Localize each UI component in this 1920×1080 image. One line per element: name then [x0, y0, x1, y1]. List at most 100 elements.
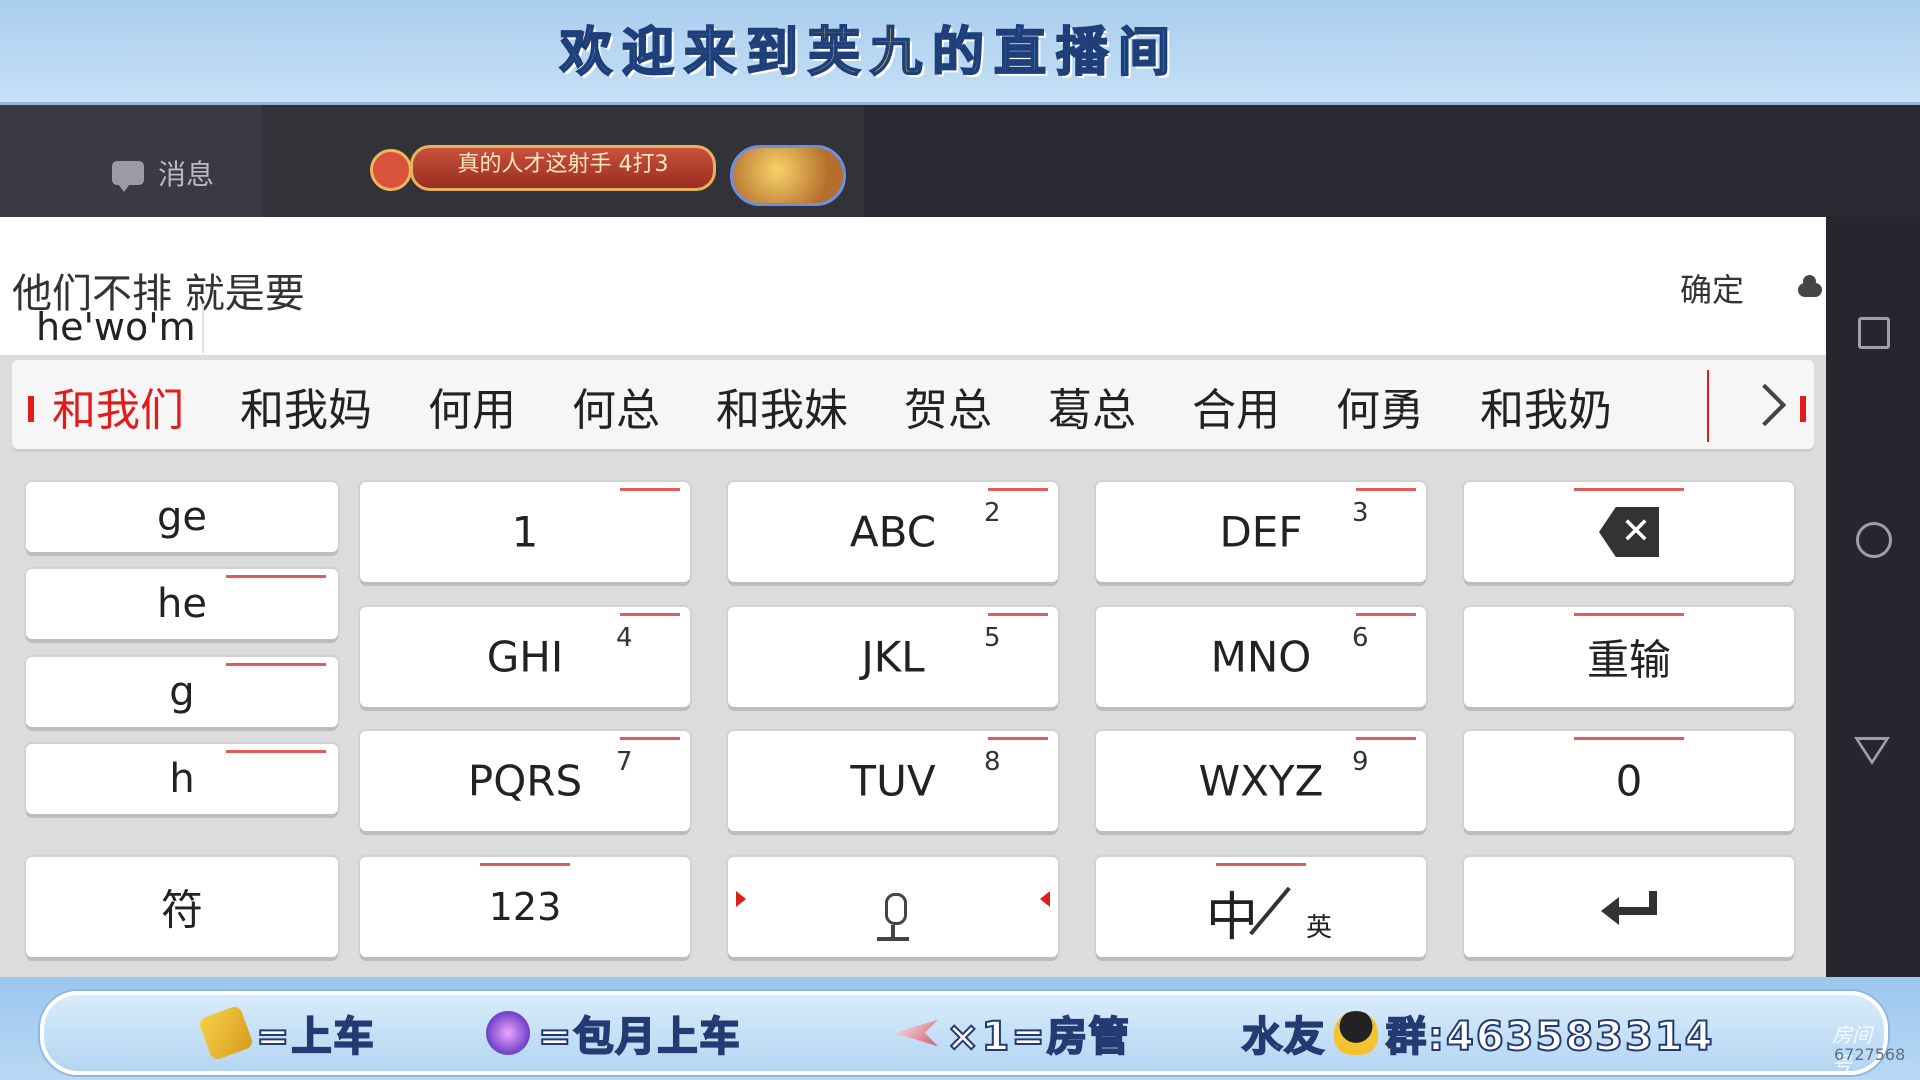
- microphone-icon: [885, 893, 907, 925]
- key-accent-line: [226, 575, 326, 578]
- key-number: 8: [984, 747, 1001, 777]
- reset-key[interactable]: 重输: [1464, 607, 1794, 707]
- key-label: 123: [488, 885, 562, 929]
- pinyin-option-key[interactable]: ge: [26, 482, 338, 552]
- key-pqrs[interactable]: PQRS 7: [360, 731, 690, 831]
- pinyin-option-label: g: [169, 669, 195, 715]
- input-method-panel: 他们不排 就是要 he'wo'm 确定 和我们 和我妈 何用 何总 和我妹 贺总…: [0, 217, 1826, 977]
- number-mode-key[interactable]: 123: [360, 857, 690, 957]
- key-def[interactable]: DEF 3: [1096, 482, 1426, 582]
- pinyin-option-label: ge: [157, 494, 207, 540]
- key-mno[interactable]: MNO 6: [1096, 607, 1426, 707]
- chat-bubble-icon: [112, 161, 144, 192]
- candidate-right-marker: [1800, 396, 1806, 422]
- voice-key[interactable]: [728, 857, 1058, 957]
- pinyin-option-key[interactable]: g: [26, 657, 338, 727]
- confirm-button[interactable]: 确定: [1680, 265, 1744, 311]
- key-accent-line: [1356, 737, 1416, 740]
- candidate-item[interactable]: 合用: [1192, 374, 1280, 438]
- key-abc[interactable]: ABC 2: [728, 482, 1058, 582]
- candidate-item[interactable]: 何总: [572, 374, 660, 438]
- banner-title: 欢迎来到芙九的直播间: [559, 18, 1181, 88]
- banner-item-text: =包月上车: [537, 1013, 742, 1061]
- candidate-item[interactable]: 贺总: [904, 374, 992, 438]
- enter-key[interactable]: [1464, 857, 1794, 957]
- backspace-icon: ✕: [1599, 507, 1659, 557]
- plane-icon: [894, 1019, 938, 1047]
- key-wxyz[interactable]: WXYZ 9: [1096, 731, 1426, 831]
- streamer-name: 芙九: [807, 22, 933, 84]
- key-accent-line: [620, 488, 680, 491]
- recent-apps-icon[interactable]: [1858, 317, 1890, 349]
- key-jkl[interactable]: JKL 5: [728, 607, 1058, 707]
- banner-item-group: 水友 群:463583314: [1241, 1005, 1714, 1061]
- candidate-item[interactable]: 和我妹: [716, 374, 848, 438]
- key-accent-line: [226, 663, 326, 666]
- key-number: 7: [616, 747, 633, 777]
- symbol-key[interactable]: 符: [26, 857, 338, 957]
- candidate-item[interactable]: 何用: [428, 374, 516, 438]
- candidate-list: 和我们 和我妈 何用 何总 和我妹 贺总 葛总 合用 何勇 和我奶: [52, 372, 1668, 440]
- pinyin-option-key[interactable]: h: [26, 744, 338, 814]
- key-accent-line: [480, 863, 570, 866]
- key-accent-line: [1574, 613, 1684, 616]
- top-banner: 欢迎来到芙九的直播间: [0, 0, 1920, 105]
- candidate-left-marker: [28, 396, 34, 422]
- candidate-item[interactable]: 和我们: [52, 374, 184, 438]
- key-label: DEF: [1219, 507, 1303, 557]
- message-panel: 消息: [0, 105, 262, 217]
- cloud-icon[interactable]: [1798, 275, 1822, 297]
- candidate-separator: [1707, 370, 1709, 442]
- key-accent-line: [1574, 737, 1684, 740]
- gift-avatar: [730, 145, 846, 206]
- candidate-item[interactable]: 和我妈: [240, 374, 372, 438]
- key-number: 6: [1352, 623, 1369, 653]
- banner-title-post: 的直播间: [931, 22, 1181, 84]
- key-number: 3: [1352, 498, 1369, 528]
- message-tab[interactable]: 消息: [112, 153, 214, 193]
- pinyin-option-label: he: [157, 581, 207, 627]
- key-accent-line: [620, 737, 680, 740]
- key-ghi[interactable]: GHI 4: [360, 607, 690, 707]
- bottom-info-bar: =上车 =包月上车 ×1=房管 水友 群:463583314 房间号 67275…: [40, 991, 1905, 1076]
- language-switch-key[interactable]: 中 英: [1096, 857, 1426, 957]
- key-label: TUV: [850, 756, 936, 806]
- pinyin-option-key[interactable]: he: [26, 569, 338, 639]
- key-1[interactable]: 1: [360, 482, 690, 582]
- key-accent-line: [1356, 613, 1416, 616]
- key-label: 符: [160, 885, 203, 935]
- key-accent-line: [226, 750, 326, 753]
- banner-item-text: ×1=房管: [945, 1013, 1131, 1061]
- candidate-item[interactable]: 葛总: [1048, 374, 1136, 438]
- key-accent-line: [988, 488, 1048, 491]
- key-accent-line: [1574, 488, 1684, 491]
- key-label: WXYZ: [1198, 756, 1324, 806]
- system-nav-bar: [1826, 217, 1920, 977]
- banner-item-ticket: =上车: [197, 1004, 376, 1062]
- message-tab-label: 消息: [158, 158, 215, 191]
- pinyin-buffer: he'wo'm: [36, 305, 196, 349]
- compose-area: 他们不排 就是要 he'wo'm 确定: [0, 217, 1826, 355]
- back-icon[interactable]: [1854, 737, 1890, 765]
- candidate-item[interactable]: 何勇: [1336, 374, 1424, 438]
- key-accent-line: [1356, 488, 1416, 491]
- key-tuv[interactable]: TUV 8: [728, 731, 1058, 831]
- home-icon[interactable]: [1856, 522, 1892, 558]
- chevron-right-icon[interactable]: [1743, 383, 1787, 427]
- pinyin-option-label: h: [169, 756, 195, 802]
- voice-left-marker: [736, 891, 746, 907]
- key-number: 9: [1352, 747, 1369, 777]
- bottom-banner: =上车 =包月上车 ×1=房管 水友 群:463583314 房间号 67275…: [0, 977, 1920, 1080]
- key-0[interactable]: 0: [1464, 731, 1794, 831]
- room-number: 6727568: [1834, 1045, 1906, 1064]
- backspace-key[interactable]: ✕: [1464, 482, 1794, 582]
- banner-item-text: 水友: [1241, 1013, 1326, 1061]
- crystal-icon: [486, 1011, 530, 1055]
- key-accent-line: [1216, 863, 1306, 866]
- banner-item-admin: ×1=房管: [894, 1005, 1131, 1061]
- key-number: 2: [984, 498, 1001, 528]
- key-label: JKL: [861, 632, 925, 682]
- key-number: 4: [616, 623, 633, 653]
- candidate-item[interactable]: 和我奶: [1480, 374, 1612, 438]
- lang-zh-label: 中: [1206, 888, 1259, 948]
